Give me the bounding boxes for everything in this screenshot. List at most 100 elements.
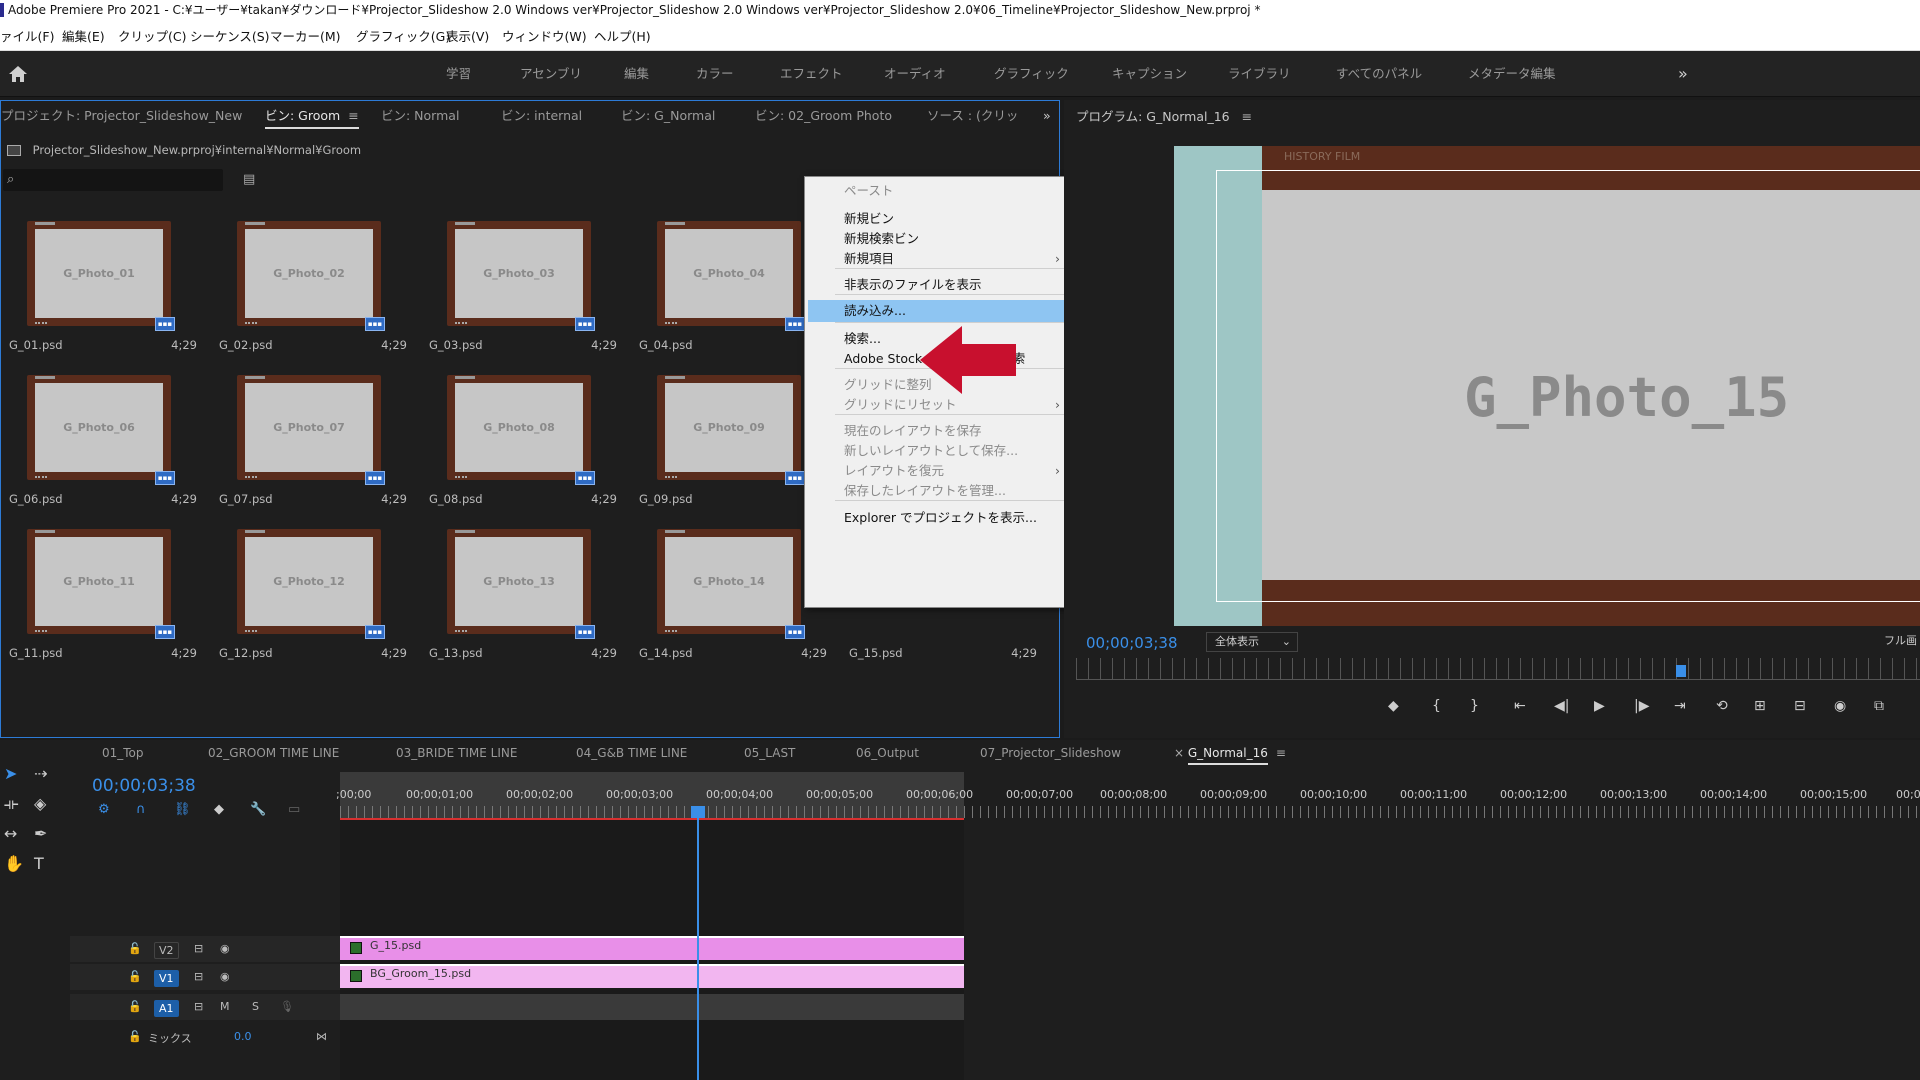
- workspace-tab[interactable]: エフェクト: [780, 51, 843, 97]
- eye-icon[interactable]: ◉: [220, 942, 230, 955]
- project-panel-tab[interactable]: ビン: internal: [501, 101, 582, 131]
- workspace-tab[interactable]: ライブラリ: [1228, 51, 1291, 97]
- play-icon[interactable]: ▶: [1594, 698, 1605, 714]
- workspace-tab[interactable]: オーディオ: [884, 51, 946, 97]
- bin-item[interactable]: G_Photo_01 ▪▪▪ G_01.psd 4;29: [1, 211, 209, 363]
- project-search-input[interactable]: [3, 169, 223, 191]
- hand-tool-icon[interactable]: ✋: [4, 854, 24, 873]
- panel-menu-icon[interactable]: ≡: [348, 101, 358, 131]
- menu-item[interactable]: 表示(V): [446, 26, 489, 45]
- context-menu-item[interactable]: 新しいレイアウトとして保存...: [808, 440, 1070, 462]
- workspace-tab[interactable]: カラー: [696, 51, 734, 97]
- mute-toggle[interactable]: M: [220, 1000, 230, 1013]
- context-menu-item[interactable]: Explorer でプロジェクトを表示...: [808, 507, 1070, 529]
- mix-value[interactable]: 0.0: [234, 1030, 252, 1043]
- sequence-tab[interactable]: 07_Projector_Slideshow: [980, 746, 1121, 760]
- timeline-timecode[interactable]: 00;00;03;38: [92, 776, 196, 796]
- export-frame-icon[interactable]: ◉: [1834, 698, 1846, 714]
- timeline-ruler[interactable]: ;00;00 00;00;01;00 00;00;02;00 00;00;03;00 0…: [336, 778, 1920, 818]
- workspace-tab[interactable]: グラフィック: [994, 51, 1069, 97]
- menu-item[interactable]: 編集(E): [62, 26, 105, 45]
- step-forward-icon[interactable]: |▶: [1634, 698, 1649, 714]
- snap-icon[interactable]: ∩: [136, 802, 146, 817]
- sequence-tab[interactable]: × G_Normal_16 ≡: [1174, 746, 1286, 765]
- sequence-tab[interactable]: 03_BRIDE TIME LINE: [396, 746, 517, 760]
- context-menu-item[interactable]: 非表示のファイルを表示: [808, 274, 1070, 296]
- go-to-out-icon[interactable]: ⇥: [1674, 698, 1686, 714]
- track-label-a1[interactable]: A1: [154, 1000, 179, 1017]
- context-menu-item[interactable]: 読み込み...: [808, 300, 1070, 322]
- close-icon[interactable]: ×: [1174, 746, 1188, 760]
- solo-toggle[interactable]: S: [252, 1000, 259, 1013]
- loop-icon[interactable]: ⟲: [1716, 698, 1728, 714]
- new-search-bin-icon[interactable]: ▤: [243, 172, 261, 187]
- linked-selection-icon[interactable]: ⛓: [174, 802, 191, 817]
- home-icon[interactable]: [8, 65, 28, 83]
- bin-item[interactable]: G_Photo_06 ▪▪▪ G_06.psd 4;29: [1, 365, 209, 517]
- lock-icon[interactable]: 🔓: [128, 942, 142, 955]
- context-menu-item[interactable]: レイアウトを復元 ›: [808, 460, 1070, 482]
- eye-icon[interactable]: ◉: [220, 970, 230, 983]
- workspace-tab[interactable]: すべてのパネル: [1336, 51, 1422, 97]
- lock-icon[interactable]: 🔓: [128, 970, 142, 983]
- step-back-icon[interactable]: ◀|: [1554, 698, 1569, 714]
- context-menu-item[interactable]: 新規ビン: [808, 208, 1070, 230]
- menu-item[interactable]: グラフィック(G): [356, 26, 450, 45]
- project-panel-tab[interactable]: ビン: Groom ≡: [265, 101, 359, 131]
- project-panel-tab[interactable]: ビン: Normal: [381, 101, 459, 131]
- context-menu-item[interactable]: 保存したレイアウトを管理...: [808, 480, 1070, 502]
- timeline-playhead[interactable]: [691, 806, 705, 818]
- slip-tool-icon[interactable]: ↔: [4, 824, 17, 843]
- program-playhead[interactable]: [1676, 665, 1686, 677]
- program-time-ruler[interactable]: [1076, 658, 1920, 680]
- track-label-v1[interactable]: V1: [154, 970, 179, 987]
- pen-tool-icon[interactable]: ✒: [34, 824, 47, 843]
- lock-icon[interactable]: 🔓: [128, 1000, 142, 1013]
- fit-dropdown[interactable]: 全体表示 ⌄: [1206, 632, 1298, 652]
- project-panel-tab[interactable]: ビン: G_Normal: [621, 101, 715, 131]
- workspace-overflow-icon[interactable]: »: [1678, 51, 1688, 97]
- context-menu-item[interactable]: 現在のレイアウトを保存: [808, 420, 1070, 442]
- workspace-tab[interactable]: 学習: [446, 51, 471, 97]
- workspace-tab[interactable]: メタデータ編集: [1468, 51, 1556, 97]
- bin-item[interactable]: G_Photo_11 ▪▪▪ G_11.psd 4;29: [1, 519, 209, 671]
- track-select-tool-icon[interactable]: ⇢: [34, 764, 47, 783]
- add-marker-icon[interactable]: ◆: [1388, 698, 1399, 714]
- microphone-icon[interactable]: 🎙: [280, 1000, 294, 1013]
- bin-item[interactable]: G_Photo_12 ▪▪▪ G_12.psd 4;29: [211, 519, 419, 671]
- bin-item[interactable]: G_Photo_08 ▪▪▪ G_08.psd 4;29: [421, 365, 629, 517]
- sync-lock-icon[interactable]: ⊟: [194, 970, 203, 983]
- razor-tool-icon[interactable]: ◈: [34, 794, 46, 813]
- sequence-tab[interactable]: 02_GROOM TIME LINE: [208, 746, 339, 760]
- sequence-tab[interactable]: 04_G&B TIME LINE: [576, 746, 687, 760]
- playback-resolution[interactable]: フル画: [1884, 632, 1917, 648]
- clip-v2[interactable]: G_15.psd: [340, 936, 964, 960]
- lift-icon[interactable]: ⊞: [1754, 698, 1766, 714]
- nest-toggle-icon[interactable]: ⚙: [98, 802, 110, 817]
- go-to-in-icon[interactable]: ⇤: [1514, 698, 1526, 714]
- panel-overflow-icon[interactable]: »: [1043, 101, 1051, 131]
- menu-item[interactable]: クリップ(C): [118, 26, 186, 45]
- bin-item[interactable]: G_Photo_07 ▪▪▪ G_07.psd 4;29: [211, 365, 419, 517]
- type-tool-icon[interactable]: T: [34, 854, 44, 873]
- extract-icon[interactable]: ⊟: [1794, 698, 1806, 714]
- bin-item[interactable]: G_Photo_02 ▪▪▪ G_02.psd 4;29: [211, 211, 419, 363]
- clip-v1[interactable]: BG_Groom_15.psd: [340, 964, 964, 988]
- add-marker-icon[interactable]: ◆: [214, 802, 224, 817]
- menu-item[interactable]: マーカー(M): [270, 26, 341, 45]
- mark-out-icon[interactable]: }: [1470, 698, 1479, 714]
- bin-item[interactable]: G_Photo_03 ▪▪▪ G_03.psd 4;29: [421, 211, 629, 363]
- panel-menu-icon[interactable]: ≡: [1242, 109, 1252, 124]
- context-menu-item[interactable]: 新規項目 ›: [808, 248, 1070, 270]
- bin-item[interactable]: G_Photo_13 ▪▪▪ G_13.psd 4;29: [421, 519, 629, 671]
- sequence-tab[interactable]: 01_Top: [102, 746, 144, 760]
- panel-menu-icon[interactable]: ≡: [1276, 746, 1286, 760]
- project-panel-tab[interactable]: ソース : (クリッ: [927, 101, 1018, 131]
- menu-item[interactable]: シーケンス(S): [190, 26, 270, 45]
- context-menu-item[interactable]: 新規検索ビン: [808, 228, 1070, 250]
- compare-view-icon[interactable]: ⧉: [1874, 698, 1884, 714]
- workspace-tab[interactable]: 編集: [624, 51, 649, 97]
- project-panel-tab[interactable]: ビン: 02_Groom Photo: [755, 101, 892, 131]
- sequence-tab[interactable]: 05_LAST: [744, 746, 795, 760]
- menu-item[interactable]: ヘルプ(H): [594, 26, 651, 45]
